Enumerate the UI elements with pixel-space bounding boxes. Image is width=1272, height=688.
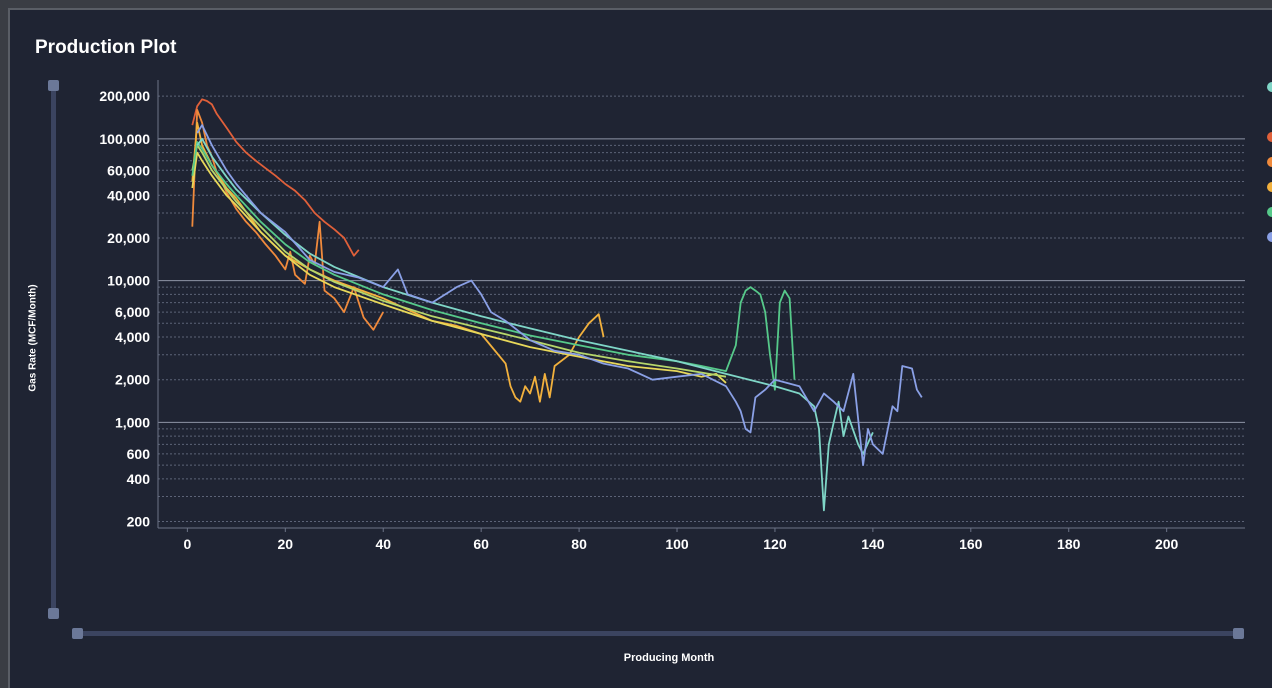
- y-tick-label: 600: [127, 446, 151, 462]
- legend-marker[interactable]: [1267, 82, 1272, 92]
- y-tick-label: 200,000: [99, 88, 150, 104]
- y-tick-label: 20,000: [107, 230, 150, 246]
- y-tick-label: 6,000: [115, 304, 150, 320]
- series-line-5: [191, 144, 727, 378]
- x-tick-label: 0: [183, 536, 191, 552]
- y-tick-label: 400: [127, 471, 151, 487]
- y-tick-label: 60,000: [107, 162, 150, 178]
- x-tick-label: 20: [278, 536, 294, 552]
- y-tick-label: 10,000: [107, 273, 150, 289]
- legend-marker[interactable]: [1267, 232, 1272, 242]
- series-line-2: [191, 109, 384, 331]
- x-tick-label: 160: [959, 536, 983, 552]
- x-tick-label: 120: [763, 536, 787, 552]
- x-tick-label: 60: [473, 536, 489, 552]
- legend-marker[interactable]: [1267, 157, 1272, 167]
- series-line-8: [196, 124, 923, 467]
- y-tick-label: 100,000: [99, 131, 150, 147]
- y-tick-label: 2,000: [115, 372, 150, 388]
- series-line-4: [191, 151, 727, 384]
- x-tick-label: 140: [861, 536, 885, 552]
- y-tick-label: 40,000: [107, 187, 150, 203]
- legend-marker[interactable]: [1267, 207, 1272, 217]
- x-tick-label: 100: [665, 536, 689, 552]
- y-tick-label: 4,000: [115, 329, 150, 345]
- production-chart: 2004006001,0002,0004,0006,00010,00020,00…: [99, 80, 1245, 552]
- x-tick-label: 180: [1057, 536, 1081, 552]
- legend-marker[interactable]: [1267, 132, 1272, 142]
- x-tick-label: 80: [571, 536, 587, 552]
- series-line-3: [191, 121, 605, 403]
- x-tick-label: 200: [1155, 536, 1179, 552]
- y-tick-label: 1,000: [115, 414, 150, 430]
- y-tick-label: 200: [127, 514, 151, 530]
- x-tick-label: 40: [375, 536, 391, 552]
- legend-marker[interactable]: [1267, 182, 1272, 192]
